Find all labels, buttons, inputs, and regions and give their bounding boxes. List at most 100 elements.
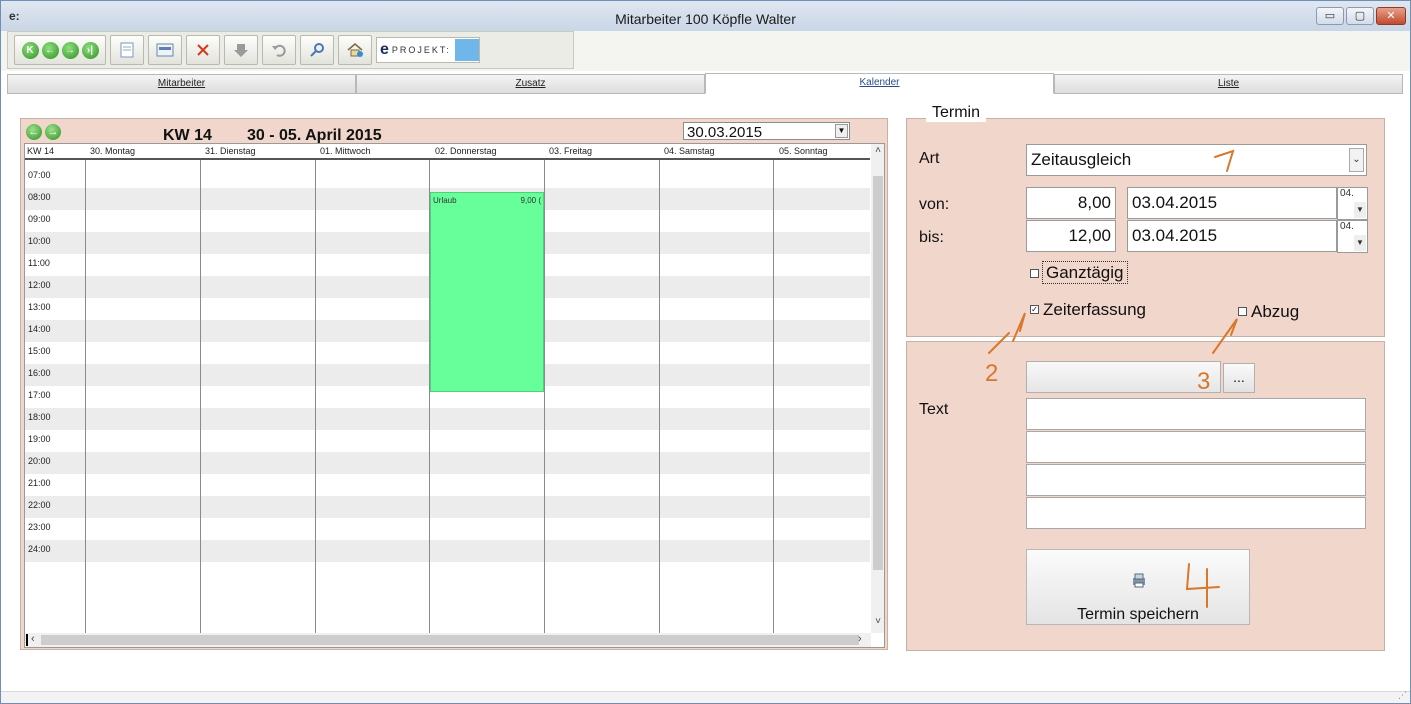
time-label: 18:00 <box>28 412 51 422</box>
time-row[interactable] <box>25 496 870 518</box>
title-bar: e: Mitarbeiter 100 Köpfle Walter ▭ ▢ ✕ <box>1 1 1410 31</box>
abzug-checkbox[interactable] <box>1238 307 1247 316</box>
scrollbar-thumb[interactable] <box>41 635 859 645</box>
text-line-3[interactable] <box>1026 464 1366 496</box>
calendar-event-urlaub[interactable]: Urlaub 9,00 ( <box>430 192 544 392</box>
eprojekt-logo[interactable]: e PROJEKT: <box>376 37 480 63</box>
delete-icon <box>197 44 209 56</box>
browse-button[interactable]: ... <box>1223 363 1255 393</box>
tab-kalender[interactable]: Kalender <box>705 73 1054 94</box>
first-record-icon[interactable]: K <box>21 41 39 59</box>
restore-button[interactable]: ▢ <box>1346 7 1374 25</box>
column-divider <box>659 160 660 633</box>
search-button[interactable] <box>300 35 334 65</box>
time-row[interactable] <box>25 518 870 540</box>
von-time-field[interactable]: 8,00 <box>1026 187 1116 219</box>
time-label: 23:00 <box>28 522 51 532</box>
header-divider <box>25 158 870 160</box>
zeiterfassung-checkbox[interactable]: ✓ <box>1030 305 1039 314</box>
bis-time-field[interactable]: 12,00 <box>1026 220 1116 252</box>
date-picker[interactable]: 30.03.2015 ▼ <box>683 122 850 140</box>
column-divider <box>200 160 201 633</box>
minimize-button[interactable]: ▭ <box>1316 7 1344 25</box>
column-divider <box>315 160 316 633</box>
time-label: 20:00 <box>28 456 51 466</box>
close-button[interactable]: ✕ <box>1376 7 1406 25</box>
art-select[interactable]: Zeitausgleich ⌄ <box>1026 144 1367 176</box>
day-header-tuesday: 31. Dienstag <box>205 146 256 156</box>
chevron-down-icon[interactable]: ▼ <box>1354 202 1366 218</box>
von-date-field[interactable]: 03.04.2015 <box>1127 187 1337 219</box>
window-controls: ▭ ▢ ✕ <box>1316 7 1406 25</box>
time-label: 12:00 <box>28 280 51 290</box>
day-header-sunday: 05. Sonntag <box>779 146 828 156</box>
previous-record-icon[interactable]: ← <box>41 41 59 59</box>
chevron-up-icon[interactable]: ˄ <box>871 145 884 159</box>
text-line-4[interactable] <box>1026 497 1366 529</box>
time-label: 16:00 <box>28 368 51 378</box>
last-record-icon[interactable]: ›| <box>81 41 99 59</box>
resize-grip-icon[interactable]: ⋰ <box>1398 690 1407 701</box>
von-date-picker[interactable]: 04. ▼ <box>1337 187 1368 220</box>
bis-label: bis: <box>919 229 944 246</box>
bis-date-field[interactable]: 03.04.2015 <box>1127 220 1337 252</box>
time-row[interactable] <box>25 540 870 562</box>
time-label: 07:00 <box>28 170 51 180</box>
abzug-label[interactable]: Abzug <box>1251 302 1299 322</box>
zeiterfassung-label[interactable]: Zeiterfassung <box>1043 300 1146 320</box>
next-week-icon[interactable]: → <box>45 124 61 140</box>
vertical-scrollbar[interactable]: ˄ ˅ <box>871 144 884 633</box>
scrollbar-thumb[interactable] <box>873 176 883 570</box>
save-button-label: Termin speichern <box>1077 606 1199 623</box>
time-row[interactable] <box>25 430 870 452</box>
day-header-monday: 30. Montag <box>90 146 136 156</box>
home-icon <box>347 43 363 57</box>
home-button[interactable] <box>338 35 372 65</box>
column-divider <box>85 160 86 633</box>
time-label: 11:00 <box>28 258 50 268</box>
ganztaegig-label[interactable]: Ganztägig <box>1042 261 1128 284</box>
tab-zusatz[interactable]: Zusatz <box>356 74 705 94</box>
status-bar: ⋰ <box>1 690 1410 703</box>
chevron-down-icon[interactable]: ⌄ <box>1349 148 1364 172</box>
scroll-caret <box>26 634 28 646</box>
ganztaegig-checkbox[interactable] <box>1030 269 1039 278</box>
time-label: 19:00 <box>28 434 51 444</box>
search-icon <box>310 43 324 57</box>
termin-save-button[interactable]: Termin speichern <box>1026 549 1250 625</box>
new-document-icon <box>120 42 134 58</box>
text-template-select[interactable] <box>1026 361 1221 393</box>
text-line-2[interactable] <box>1026 431 1366 463</box>
undo-button[interactable] <box>262 35 296 65</box>
bis-date-picker[interactable]: 04. ▼ <box>1337 220 1368 253</box>
chevron-right-icon[interactable]: › <box>858 633 862 645</box>
week-corner-label: KW 14 <box>27 146 55 156</box>
next-record-icon[interactable]: → <box>61 41 79 59</box>
chevron-left-icon[interactable]: ‹ <box>31 633 35 645</box>
time-label: 24:00 <box>28 544 51 554</box>
text-line-1[interactable] <box>1026 398 1366 430</box>
day-header-thursday: 02. Donnerstag <box>435 146 497 156</box>
record-navigation: K ← → ›| <box>14 35 106 65</box>
chevron-down-icon[interactable]: ˅ <box>871 616 884 630</box>
horizontal-scrollbar[interactable]: ‹ › <box>25 633 871 647</box>
von-date-picker-value: 04. <box>1340 188 1354 199</box>
time-row[interactable] <box>25 474 870 496</box>
window-title: Mitarbeiter 100 Köpfle Walter <box>615 11 796 27</box>
previous-week-icon[interactable]: ← <box>26 124 42 140</box>
tab-liste[interactable]: Liste <box>1054 74 1403 94</box>
new-document-button[interactable] <box>110 35 144 65</box>
time-row[interactable] <box>25 452 870 474</box>
logo-text: PROJEKT: <box>391 45 451 55</box>
logo-letter: e <box>380 41 389 58</box>
chevron-down-icon[interactable]: ▼ <box>1354 235 1366 251</box>
time-row[interactable] <box>25 166 870 188</box>
time-label: 08:00 <box>28 192 51 202</box>
form-view-button[interactable] <box>148 35 182 65</box>
chevron-down-icon[interactable]: ▼ <box>835 124 848 138</box>
save-button-disabled[interactable] <box>224 35 258 65</box>
calendar-header: ← → KW 14 30 - 05. April 2015 30.03.2015… <box>21 119 887 144</box>
time-row[interactable] <box>25 408 870 430</box>
tab-mitarbeiter[interactable]: Mitarbeiter <box>7 74 356 94</box>
delete-button[interactable] <box>186 35 220 65</box>
